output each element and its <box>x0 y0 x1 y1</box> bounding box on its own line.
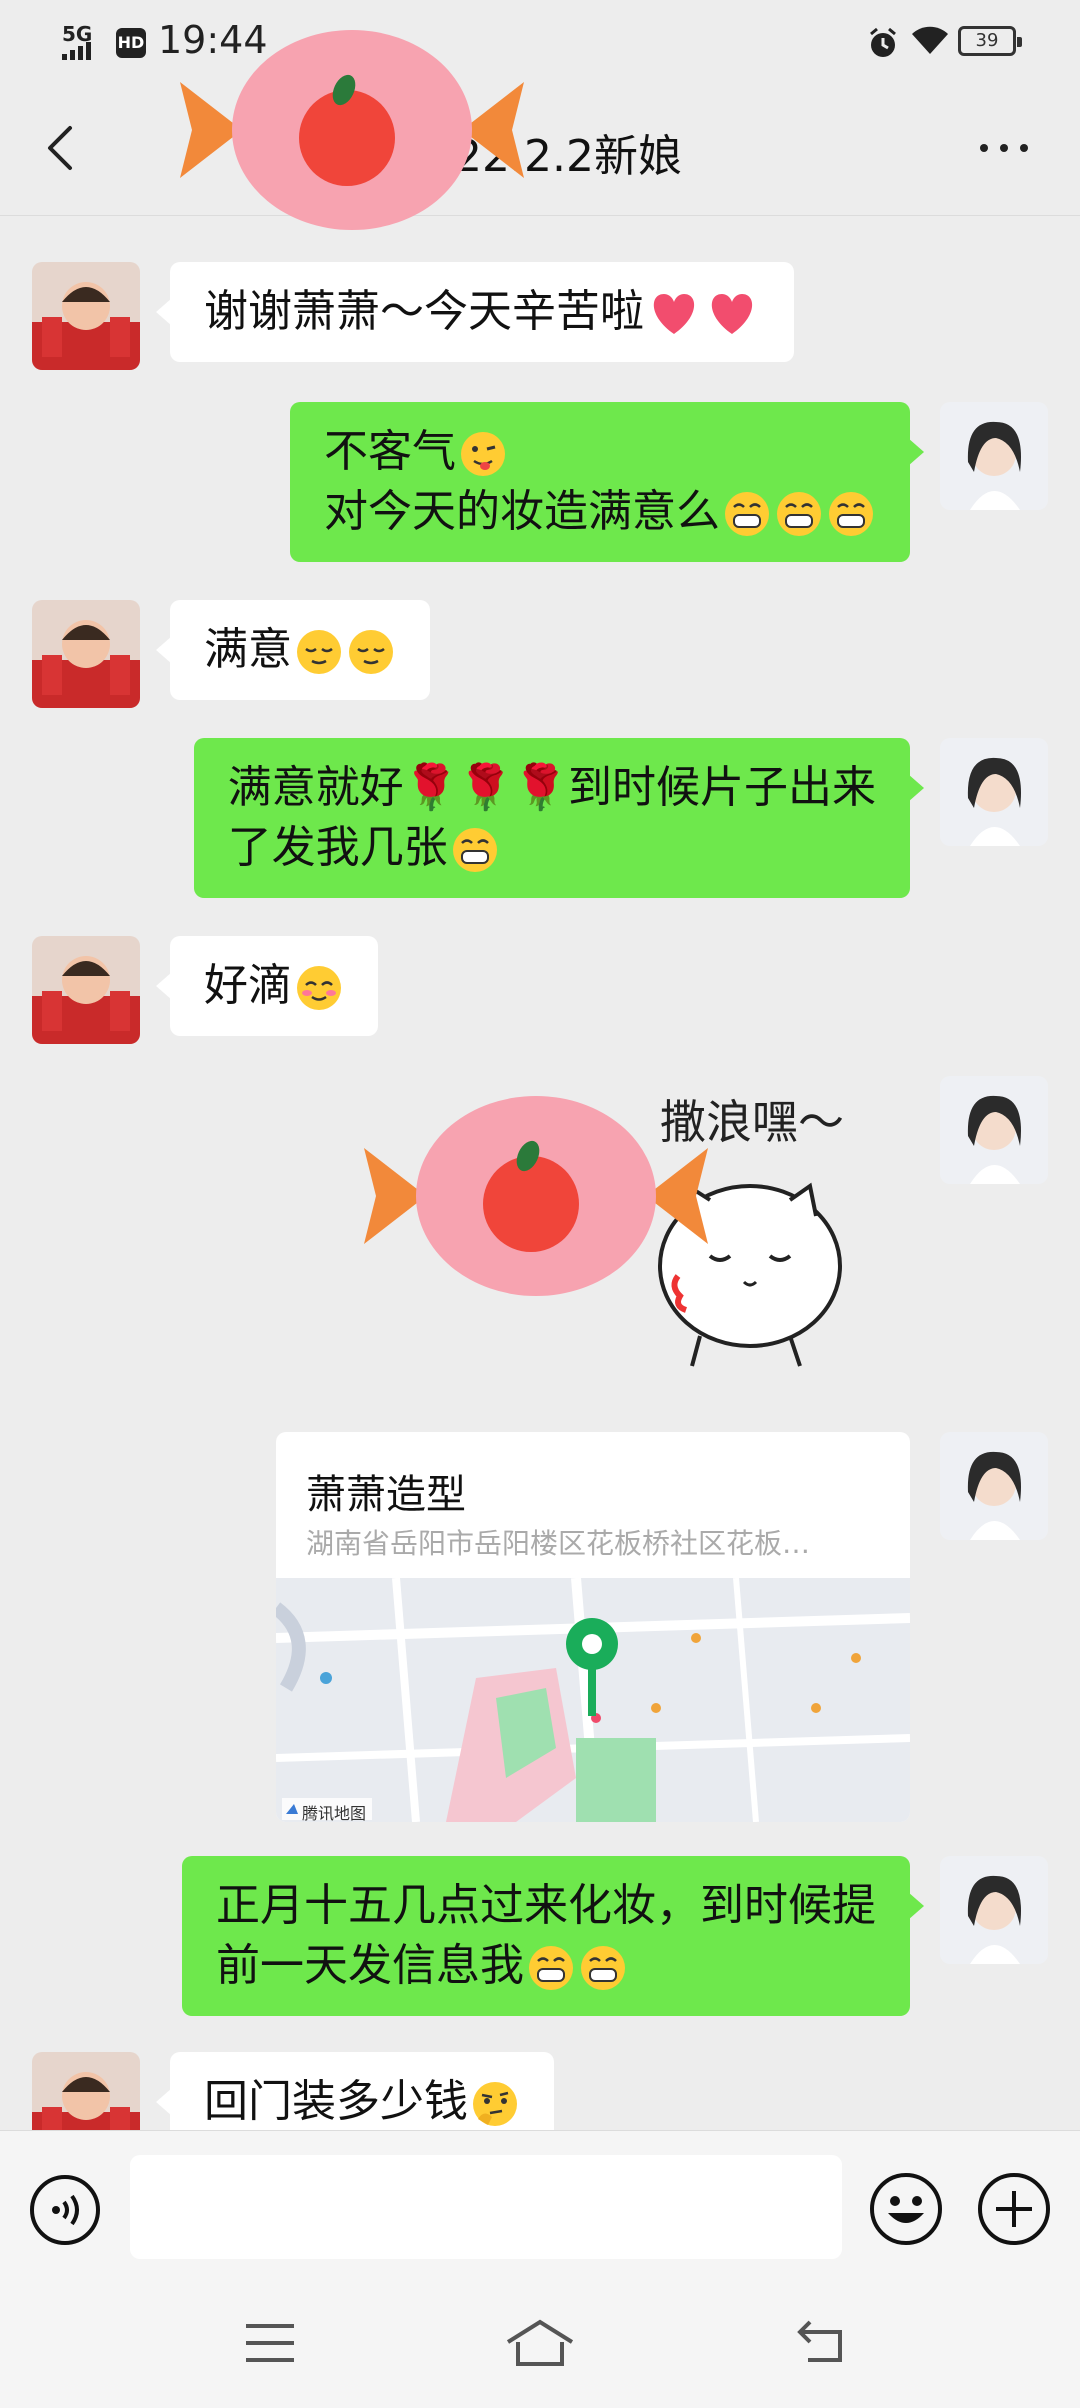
wifi-icon <box>912 26 948 54</box>
input-bar <box>0 2130 1080 2280</box>
location-card[interactable]: 萧萧造型 湖南省岳阳市岳阳楼区花板桥社区花板… 腾讯地图 <box>276 1432 910 1822</box>
grin-emoji-icon <box>777 492 821 536</box>
avatar-contact[interactable] <box>32 2052 140 2130</box>
avatar-self[interactable] <box>940 738 1048 846</box>
grin-emoji-icon <box>725 492 769 536</box>
message-bubble-received[interactable]: 满意 <box>156 600 430 700</box>
avatar-self[interactable] <box>940 1432 1048 1540</box>
plus-button-icon[interactable] <box>976 2171 1052 2247</box>
menu-nav-icon[interactable] <box>242 2318 298 2368</box>
message-bubble-sent[interactable]: 不客气 对今天的妆造满意么 <box>290 402 924 562</box>
system-nav-bar <box>0 2280 1080 2408</box>
message-text: 正月十五几点过来化妆，到时候提 <box>216 1880 876 1931</box>
alarm-icon <box>870 27 896 57</box>
back-nav-icon[interactable] <box>794 2318 850 2368</box>
heart-icon <box>653 294 695 334</box>
map-brand-label: 腾讯地图 <box>302 1804 367 1822</box>
message-bubble-received[interactable]: 好滴 <box>156 936 378 1036</box>
message-text: 前一天发信息我 <box>216 1936 876 1996</box>
avatar-self[interactable] <box>940 1076 1048 1184</box>
avatar-contact[interactable] <box>32 936 140 1044</box>
voice-input-icon[interactable] <box>28 2173 102 2247</box>
wink-tongue-emoji-icon <box>461 432 505 476</box>
message-text: 满意就好🌹🌹🌹到时候片子出来 <box>227 762 876 813</box>
message-bubble-sent[interactable]: 正月十五几点过来化妆，到时候提 前一天发信息我 <box>182 1856 924 2016</box>
message-text: 不客气 <box>324 422 876 482</box>
grin-emoji-icon <box>829 492 873 536</box>
grin-emoji-icon <box>452 828 497 872</box>
signal-icon <box>62 42 91 60</box>
relieved-emoji-icon <box>297 630 341 674</box>
message-bubble-received[interactable]: 回门装多少钱 <box>156 2052 554 2130</box>
status-bar: 5G HD 19:44 39 <box>0 0 1080 80</box>
grin-emoji-icon <box>529 1946 573 1990</box>
message-text: 了发我几张 <box>228 818 876 878</box>
avatar-self[interactable] <box>940 1856 1048 1964</box>
message-list[interactable]: 谢谢萧萧～今天辛苦啦 不客气 对今天的妆造满意么 满意 满意就好🌹🌹🌹到时候片子… <box>0 216 1080 2130</box>
location-address: 湖南省岳阳市岳阳楼区花板桥社区花板… <box>306 1527 811 1560</box>
avatar-contact[interactable] <box>32 262 140 370</box>
more-dots-icon[interactable] <box>972 116 1036 180</box>
avatar-contact[interactable] <box>32 600 140 708</box>
message-input[interactable] <box>130 2155 842 2259</box>
message-bubble-received[interactable]: 谢谢萧萧～今天辛苦啦 <box>156 262 794 362</box>
message-bubble-sent[interactable]: 满意就好🌹🌹🌹到时候片子出来 了发我几张 <box>193 738 925 898</box>
candy-sticker-icon <box>364 1096 708 1296</box>
grin-emoji-icon <box>581 1946 625 1990</box>
relieved-emoji-icon <box>349 630 393 674</box>
message-text: 好滴 <box>204 956 344 1016</box>
avatar-self[interactable] <box>940 402 1048 510</box>
thinking-emoji-icon <box>473 2082 517 2126</box>
chat-title: 2022.2.2新娘 <box>398 131 682 182</box>
location-map-icon <box>276 1578 910 1822</box>
home-nav-icon[interactable] <box>504 2318 576 2368</box>
emoji-button-icon[interactable] <box>868 2171 944 2247</box>
blush-emoji-icon <box>297 966 341 1010</box>
chat-header: 2022.2.2新娘 <box>0 30 1080 230</box>
message-text: 谢谢萧萧～今天辛苦啦 <box>204 282 760 342</box>
message-text: 满意 <box>204 620 396 680</box>
heart-icon <box>711 294 753 334</box>
message-text: 对今天的妆造满意么 <box>324 482 876 542</box>
candy-sticker-icon <box>180 30 524 230</box>
location-name: 萧萧造型 <box>306 1472 466 1518</box>
hd-badge: HD <box>116 28 146 58</box>
battery-indicator: 39 <box>958 26 1022 56</box>
message-text: 回门装多少钱 <box>204 2072 520 2130</box>
